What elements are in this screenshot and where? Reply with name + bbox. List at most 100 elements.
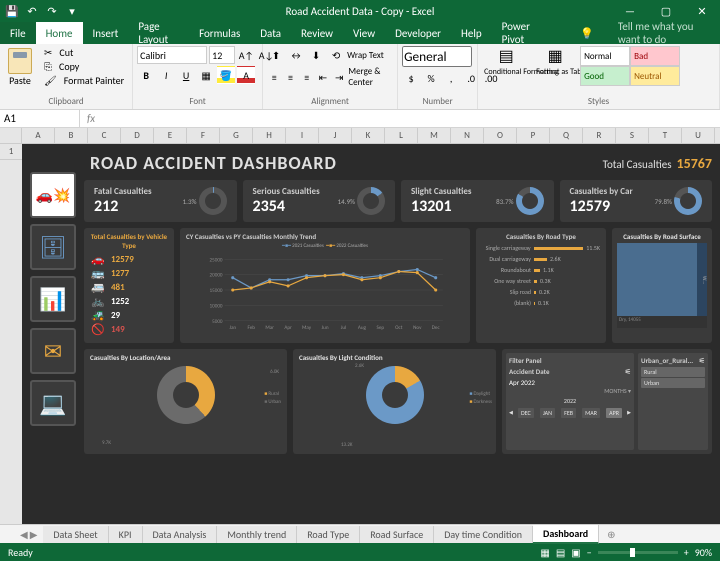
date-slicer[interactable]: Filter Panel Accident Date⚟ Apr 2022 MON… — [506, 353, 634, 450]
sheet-tab[interactable]: Road Surface — [360, 526, 434, 543]
indent-right-icon[interactable]: ⇥ — [332, 68, 346, 86]
orientation-icon[interactable]: ⟲ — [327, 46, 345, 64]
indent-left-icon[interactable]: ⇤ — [316, 68, 330, 86]
font-color-button[interactable]: A — [237, 66, 255, 84]
format-table-icon[interactable]: ▦ — [546, 46, 565, 66]
merge-center-button[interactable]: Merge & Center — [348, 66, 393, 88]
align-top-icon[interactable]: ⬆ — [267, 46, 285, 64]
comma-icon[interactable]: , — [442, 69, 460, 87]
month-chip[interactable]: DEC — [518, 408, 534, 418]
zoom-slider[interactable] — [598, 551, 678, 554]
close-icon[interactable]: ✕ — [684, 0, 720, 22]
tab-powerpivot[interactable]: Power Pivot — [492, 22, 553, 44]
col-header[interactable]: H — [253, 128, 286, 143]
col-header[interactable]: S — [616, 128, 649, 143]
view-break-icon[interactable]: ▣ — [571, 546, 580, 559]
italic-button[interactable]: I — [157, 66, 175, 84]
percent-icon[interactable]: % — [422, 69, 440, 87]
tab-data[interactable]: Data — [250, 22, 291, 44]
row-header[interactable]: 1 — [0, 144, 22, 160]
last-sheet-icon[interactable]: ▶ — [30, 528, 38, 541]
tab-insert[interactable]: Insert — [83, 22, 129, 44]
sheet-tab[interactable]: Monthly trend — [217, 526, 297, 543]
tab-pagelayout[interactable]: Page Layout — [128, 22, 189, 44]
col-header[interactable]: J — [319, 128, 352, 143]
col-header[interactable]: D — [121, 128, 154, 143]
col-header[interactable]: U — [682, 128, 715, 143]
col-header[interactable]: A — [22, 128, 55, 143]
zoom-in-icon[interactable]: + — [684, 546, 689, 559]
border-button[interactable]: ▦ — [197, 66, 215, 84]
maximize-icon[interactable]: ▢ — [648, 0, 684, 22]
view-normal-icon[interactable]: ▦ — [540, 546, 549, 559]
col-header[interactable]: M — [418, 128, 451, 143]
increase-font-icon[interactable]: A↑ — [237, 46, 255, 64]
col-header[interactable]: L — [385, 128, 418, 143]
number-format-select[interactable] — [402, 46, 472, 67]
tab-help[interactable]: Help — [451, 22, 492, 44]
align-center-icon[interactable]: ≡ — [283, 68, 297, 86]
prev-icon[interactable]: ◀ — [509, 410, 513, 416]
first-sheet-icon[interactable]: ◀ — [20, 528, 28, 541]
col-header[interactable]: R — [583, 128, 616, 143]
month-chip[interactable]: JAN — [540, 408, 555, 418]
sheet-tab[interactable]: Data Analysis — [143, 526, 218, 543]
currency-icon[interactable]: $ — [402, 69, 420, 87]
database-icon[interactable]: 🗄 — [30, 224, 76, 270]
col-header[interactable]: O — [484, 128, 517, 143]
copy-button[interactable]: ⎘Copy — [40, 60, 128, 73]
tab-review[interactable]: Review — [291, 22, 343, 44]
laptop-icon[interactable]: 💻 — [30, 380, 76, 426]
clear-filter-icon[interactable]: ⚟ — [625, 367, 631, 376]
surface-card[interactable]: Casualties By Road Surface W… Dry, 14055 — [612, 228, 712, 343]
col-header[interactable]: N — [451, 128, 484, 143]
sheet-tab[interactable]: Data Sheet — [43, 526, 108, 543]
urban-rural-slicer[interactable]: Urban_or_Rural...⚟ Rural Urban — [638, 353, 708, 450]
style-neutral[interactable]: Neutral — [630, 66, 680, 86]
col-header[interactable]: E — [154, 128, 187, 143]
col-header[interactable]: C — [88, 128, 121, 143]
cut-button[interactable]: ✂Cut — [40, 46, 128, 59]
light-card[interactable]: Casualties By Light Condition 2.6K 13.2K… — [293, 349, 496, 454]
bold-button[interactable]: B — [137, 66, 155, 84]
tab-home[interactable]: Home — [36, 22, 83, 44]
next-icon[interactable]: ▶ — [627, 410, 631, 416]
mail-icon[interactable]: ✉ — [30, 328, 76, 374]
kpi-fatal[interactable]: Fatal Casualties2121.3% — [84, 180, 237, 222]
month-chip-active[interactable]: APR — [606, 408, 622, 418]
clear-filter-icon[interactable]: ⚟ — [699, 356, 705, 365]
tab-formulas[interactable]: Formulas — [189, 22, 250, 44]
fill-color-button[interactable]: 🪣 — [217, 66, 235, 84]
paste-button[interactable]: Paste — [4, 46, 36, 89]
conditional-formatting-icon[interactable]: ▤ — [497, 46, 516, 66]
tell-me[interactable]: 💡Tell me what you want to do — [560, 22, 720, 44]
align-right-icon[interactable]: ≡ — [300, 68, 314, 86]
select-all-corner[interactable] — [0, 128, 22, 143]
col-header[interactable]: I — [286, 128, 319, 143]
trend-card[interactable]: CY Casualties vs PY Casualties Monthly T… — [180, 228, 470, 343]
zoom-out-icon[interactable]: − — [587, 546, 592, 559]
view-layout-icon[interactable]: ▤ — [556, 546, 565, 559]
col-header[interactable]: P — [517, 128, 550, 143]
style-normal[interactable]: Normal — [580, 46, 630, 66]
tab-view[interactable]: View — [343, 22, 385, 44]
add-sheet-icon[interactable]: ⊕ — [599, 528, 623, 541]
wrap-text-button[interactable]: Wrap Text — [347, 50, 384, 61]
font-name-select[interactable] — [137, 46, 207, 64]
fx-icon[interactable]: fx — [80, 112, 102, 125]
zoom-value[interactable]: 90% — [695, 546, 712, 559]
align-bottom-icon[interactable]: ⬇ — [307, 46, 325, 64]
font-size-select[interactable] — [209, 46, 235, 64]
slicer-option[interactable]: Urban — [641, 378, 705, 388]
kpi-serious[interactable]: Serious Casualties235414.9% — [243, 180, 396, 222]
filter-panel[interactable]: Filter Panel Accident Date⚟ Apr 2022 MON… — [502, 349, 712, 454]
save-icon[interactable]: 💾 — [4, 3, 20, 19]
col-header[interactable]: K — [352, 128, 385, 143]
tab-developer[interactable]: Developer — [385, 22, 451, 44]
qat-dropdown-icon[interactable]: ▾ — [64, 3, 80, 19]
vehicle-type-card[interactable]: Total Casualties by Vehicle Type 🚗12579 … — [84, 228, 174, 343]
month-chip[interactable]: MAR — [582, 408, 600, 418]
align-left-icon[interactable]: ≡ — [267, 68, 281, 86]
name-box[interactable]: A1 — [0, 110, 80, 127]
chart-icon[interactable]: 📊 — [30, 276, 76, 322]
